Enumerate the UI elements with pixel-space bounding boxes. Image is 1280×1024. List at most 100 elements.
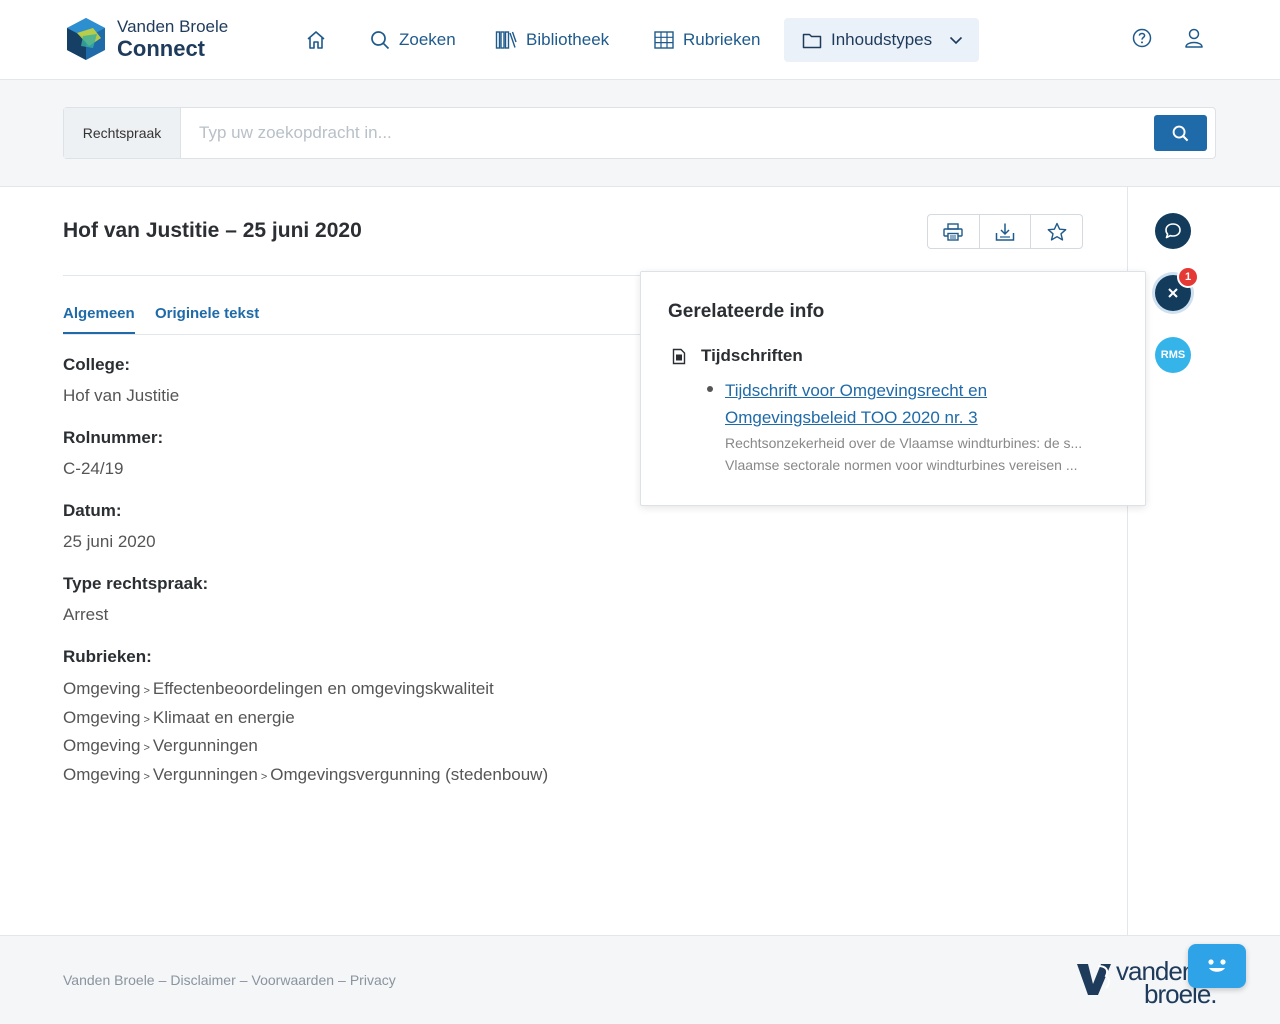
nav-zoeken-label: Zoeken — [399, 30, 456, 49]
list-bullet — [707, 386, 713, 392]
field-value: C-24/19 — [63, 459, 124, 478]
rubriek-separator: > — [143, 742, 150, 754]
rms-button[interactable]: RMS — [1155, 337, 1191, 373]
rubriek-segment[interactable]: Klimaat en energie — [153, 708, 295, 727]
brand-product: Connect — [117, 36, 205, 61]
rubriek-path: Omgeving > Effectenbeoordelingen en omgevi… — [63, 676, 548, 705]
footer-link-voorwaarden[interactable]: Voorwaarden — [252, 972, 335, 988]
grid-icon — [654, 31, 674, 49]
rubriek-segment[interactable]: Omgeving — [63, 679, 140, 698]
star-icon — [1047, 222, 1067, 241]
download-button[interactable] — [980, 215, 1032, 248]
rubrieken-list: Omgeving > Effectenbeoordelingen en omgevi… — [63, 676, 548, 790]
rubriek-separator: > — [143, 713, 150, 726]
favorite-button[interactable] — [1031, 215, 1082, 248]
field-label: Type rechtspraak: — [63, 574, 209, 593]
home-icon — [307, 31, 325, 49]
field-type-rechtspraak: Type rechtspraak: Arrest — [63, 574, 548, 625]
notification-badge: 1 — [1177, 266, 1199, 288]
search-band: Rechtspraak — [0, 80, 1280, 187]
nav-home[interactable] — [306, 18, 335, 62]
related-category: Tijdschriften — [672, 346, 803, 366]
help-button[interactable] — [1132, 28, 1152, 53]
chat-icon — [1165, 223, 1181, 239]
chevron-down-icon — [949, 36, 963, 44]
nav-bibliotheek-label: Bibliotheek — [526, 30, 610, 49]
rubriek-path: Omgeving > Klimaat en energie — [63, 705, 548, 734]
related-link[interactable]: Tijdschrift voor Omgevingsrecht en Omgev… — [725, 377, 1015, 431]
search-scope-select[interactable]: Rechtspraak — [64, 108, 181, 158]
field-label: College: — [63, 355, 131, 374]
top-header: Vanden Broele Connect Zoeken Bibliotheek… — [0, 0, 1280, 80]
download-icon — [995, 223, 1015, 241]
brand-logo-icon — [67, 18, 105, 60]
rubriek-segment[interactable]: Omgevingsvergunning (stedenbouw) — [270, 765, 548, 784]
search-submit-button[interactable] — [1154, 115, 1207, 151]
tab-algemeen[interactable]: Algemeen — [63, 305, 135, 334]
library-icon — [495, 31, 517, 49]
print-button[interactable] — [928, 215, 980, 248]
field-value: 25 juni 2020 — [63, 532, 156, 551]
field-value: Hof van Justitie — [63, 386, 180, 405]
print-icon — [943, 222, 964, 241]
nav-inhoudstypes-label: Inhoudstypes — [831, 30, 933, 49]
vb-logo-mark — [1077, 964, 1111, 995]
rubriek-path: Omgeving > Vergunningen — [63, 733, 548, 762]
related-category-label: Tijdschriften — [701, 346, 803, 365]
rubriek-segment[interactable]: Effectenbeoordelingen en omgevingskwalit… — [153, 679, 494, 698]
field-college: College: Hof van Justitie — [63, 355, 548, 406]
rubriek-segment[interactable]: Omgeving — [63, 708, 140, 727]
footer-separator: – — [338, 972, 346, 988]
field-datum: Datum: 25 juni 2020 — [63, 501, 548, 552]
rubriek-separator: > — [143, 770, 150, 783]
footer-link-vanden-broele[interactable]: Vanden Broele — [63, 972, 155, 988]
related-snippet: Vlaamse sectorale normen voor windturbin… — [725, 457, 1078, 473]
brand-logo[interactable]: Vanden Broele Connect — [63, 16, 228, 62]
field-rubrieken: Rubrieken: Omgeving > Effectenbeoordelinge… — [63, 647, 548, 790]
field-value: Arrest — [63, 605, 109, 624]
rubriek-segment[interactable]: Omgeving — [63, 765, 140, 784]
related-info-title: Gerelateerde info — [668, 301, 825, 322]
footer-separator: – — [239, 972, 248, 988]
user-button[interactable] — [1184, 28, 1204, 53]
nav-bibliotheek[interactable]: Bibliotheek — [495, 18, 609, 62]
document-tabs: Algemeen Originele tekst — [63, 305, 683, 335]
chatbot-icon — [1208, 959, 1226, 972]
comments-button[interactable] — [1155, 213, 1191, 249]
related-snippet: Rechtsonzekerheid over de Vlaamse windtu… — [725, 435, 1083, 451]
brand-name: Vanden Broele — [117, 17, 229, 36]
search-icon — [1172, 125, 1189, 141]
document-icon — [672, 348, 686, 364]
rubriek-path: Omgeving > Vergunningen > Omgevingsvergunnin… — [63, 762, 548, 791]
nav-inhoudstypes[interactable]: Inhoudstypes — [784, 18, 979, 62]
field-label: Datum: — [63, 501, 122, 520]
footer-link-disclaimer[interactable]: Disclaimer — [170, 972, 235, 988]
close-icon — [1168, 288, 1178, 298]
right-rail — [1127, 187, 1280, 935]
rubriek-segment[interactable]: Vergunningen — [153, 736, 258, 755]
search-icon — [371, 31, 390, 50]
footer-links: Vanden Broele – Disclaimer – Voorwaarden – Pri… — [63, 972, 396, 988]
folder-icon — [802, 33, 822, 48]
field-label: Rolnummer: — [63, 428, 164, 447]
page-title: Hof van Justitie – 25 juni 2020 — [63, 219, 362, 242]
chatbot-button[interactable] — [1188, 944, 1246, 988]
field-label: Rubrieken: — [63, 647, 152, 666]
search-input[interactable] — [182, 108, 1152, 158]
metadata-fields: College: Hof van Justitie Rolnummer: C-2… — [63, 355, 548, 812]
nav-rubrieken[interactable]: Rubrieken — [654, 18, 761, 62]
tab-originele-tekst[interactable]: Originele tekst — [155, 305, 259, 332]
nav-rubrieken-label: Rubrieken — [683, 30, 761, 49]
rubriek-separator: > — [143, 685, 150, 697]
document-toolbar — [927, 214, 1083, 249]
rubriek-segment[interactable]: Vergunningen — [153, 765, 258, 784]
help-icon — [1132, 28, 1152, 48]
nav-zoeken[interactable]: Zoeken — [370, 18, 456, 62]
search-bar: Rechtspraak — [63, 107, 1216, 159]
footer-link-privacy[interactable]: Privacy — [350, 972, 396, 988]
user-icon — [1185, 28, 1203, 48]
field-rolnummer: Rolnummer: C-24/19 — [63, 428, 548, 479]
rubriek-segment[interactable]: Omgeving — [63, 736, 140, 755]
related-info-popover: Gerelateerde info Tijdschriften Tijdschr… — [640, 271, 1146, 506]
rubriek-separator: > — [260, 770, 268, 783]
